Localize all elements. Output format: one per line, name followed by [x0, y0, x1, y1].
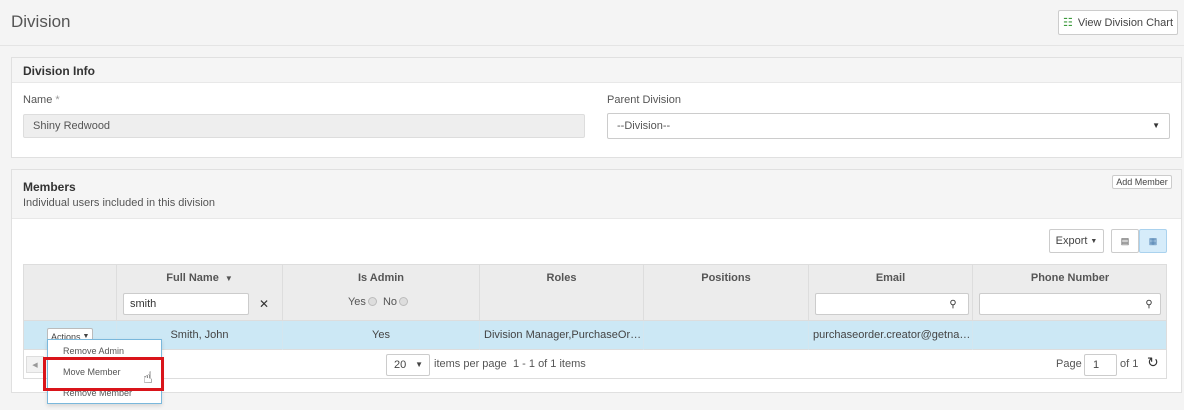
top-bar: Division ☷ View Division Chart — [0, 0, 1184, 46]
parent-division-label: Parent Division — [607, 94, 681, 106]
list-view-icon: ▤ — [1120, 235, 1130, 246]
yes-radio[interactable] — [367, 297, 377, 306]
name-field[interactable]: Shiny Redwood — [23, 114, 585, 138]
is-admin-cell: Yes — [282, 321, 479, 350]
chevron-down-icon: ▼ — [415, 360, 423, 369]
members-grid: Full Name ▼ smith ✕ Is Admin Yes No Roles … — [23, 264, 1167, 379]
roles-column-header[interactable]: Roles — [479, 265, 643, 321]
pager: ◀ 20 ▼ items per page 1 - 1 of 1 items P… — [24, 350, 1166, 378]
refresh-icon[interactable]: ↻ — [1147, 354, 1159, 371]
page-size-value: 20 — [394, 359, 407, 371]
view-division-chart-label: View Division Chart — [1077, 16, 1174, 29]
search-icon[interactable]: ⚲ — [942, 293, 964, 315]
phone-header-label: Phone Number — [1030, 272, 1110, 284]
is-admin-header-label: Is Admin — [357, 272, 405, 284]
full-name-column-header[interactable]: Full Name ▼ smith ✕ — [116, 265, 282, 321]
positions-column-header[interactable]: Positions — [643, 265, 808, 321]
members-panel: Members Individual users included in thi… — [11, 169, 1182, 393]
parent-division-select[interactable]: --Division-- ▼ — [607, 113, 1170, 139]
remove-admin-menu-item[interactable]: Remove Admin — [63, 346, 124, 356]
clear-filter-icon[interactable]: ✕ — [253, 293, 275, 315]
page-label: Page — [1056, 358, 1082, 370]
page-number-input[interactable]: 1 — [1084, 354, 1117, 376]
email-header-label: Email — [875, 272, 906, 284]
sort-desc-icon: ▼ — [224, 274, 233, 283]
export-label: Export — [1055, 235, 1088, 247]
members-title: Members — [23, 180, 76, 194]
name-label: Name * — [23, 94, 60, 106]
grid-view-button[interactable]: ▦ — [1139, 229, 1167, 253]
caret-down-icon: ▼ — [1090, 237, 1098, 245]
members-subtitle: Individual users included in this divisi… — [23, 197, 215, 209]
org-chart-icon: ☷ — [1062, 17, 1073, 29]
first-page-icon[interactable]: ◀ — [26, 356, 44, 373]
parent-division-value: --Division-- — [617, 120, 671, 132]
full-name-filter-input[interactable]: smith — [123, 293, 249, 315]
list-view-button[interactable]: ▤ — [1111, 229, 1139, 253]
name-label-text: Name — [23, 94, 53, 106]
full-name-header-label[interactable]: Full Name ▼ — [117, 272, 282, 284]
email-cell: purchaseorder.creator@getnad… — [808, 321, 972, 350]
yes-radio-label: Yes — [347, 296, 366, 308]
items-per-page-label: items per page — [434, 358, 507, 370]
required-marker: * — [55, 94, 60, 106]
hand-cursor-icon: ☝ — [143, 370, 153, 387]
page-size-select[interactable]: 20 ▼ — [386, 354, 430, 376]
export-button[interactable]: Export ▼ — [1049, 229, 1104, 253]
division-info-title: Division Info — [23, 64, 95, 78]
phone-column-header[interactable]: Phone Number ⚲ — [972, 265, 1167, 321]
grid-header-row: Full Name ▼ smith ✕ Is Admin Yes No Roles … — [24, 265, 1166, 321]
add-member-button[interactable]: Add Member — [1112, 175, 1172, 189]
items-info: 1 - 1 of 1 items — [513, 358, 586, 370]
division-info-header: Division Info — [12, 58, 1181, 83]
roles-cell: Division Manager,PurchaseOrd… — [479, 321, 643, 350]
positions-header-label: Positions — [701, 272, 751, 284]
search-icon[interactable]: ⚲ — [1138, 293, 1160, 315]
page-count-label: of 1 — [1120, 358, 1139, 370]
is-admin-column-header[interactable]: Is Admin Yes No — [282, 265, 479, 321]
division-info-panel: Division Info Name * Shiny Redwood Paren… — [11, 57, 1182, 158]
table-row[interactable]: Actions ▼ Smith, John Yes Division Manag… — [24, 321, 1166, 350]
actions-column-header — [24, 265, 116, 321]
full-name-header-text: Full Name — [166, 272, 219, 284]
members-header: Members Individual users included in thi… — [12, 170, 1181, 219]
view-division-chart-button[interactable]: ☷ View Division Chart — [1058, 10, 1178, 35]
page-title: Division — [11, 12, 71, 31]
grid-view-icon: ▦ — [1148, 235, 1158, 246]
email-column-header[interactable]: Email ⚲ — [808, 265, 972, 321]
roles-header-label: Roles — [546, 272, 577, 284]
no-radio[interactable] — [399, 297, 408, 306]
positions-cell — [643, 321, 808, 350]
chevron-down-icon: ▼ — [1152, 121, 1160, 130]
phone-cell — [972, 321, 1167, 350]
is-admin-filter: Yes No — [283, 296, 479, 308]
no-radio-label: No — [382, 296, 397, 308]
phone-filter-input[interactable] — [979, 293, 1161, 315]
